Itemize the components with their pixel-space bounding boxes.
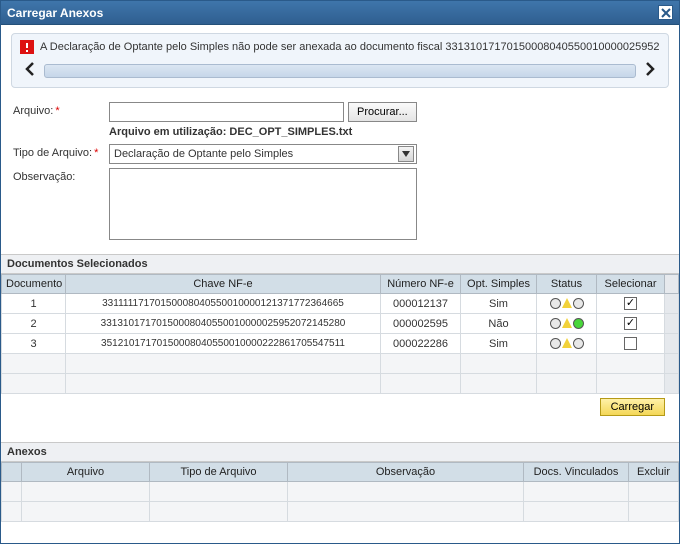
- file-in-use-prefix: Arquivo em utilização:: [109, 126, 229, 138]
- warning-text: A Declaração de Optante pelo Simples não…: [40, 41, 660, 53]
- chevron-left-icon: [24, 62, 36, 76]
- cell-status: [537, 294, 597, 314]
- scroll-gutter: [665, 314, 679, 334]
- status-light-warn: [562, 318, 572, 328]
- col-selecionar[interactable]: Selecionar: [597, 275, 665, 294]
- file-type-select[interactable]: Declaração de Optante pelo Simples: [109, 144, 417, 164]
- col-numero[interactable]: Número NF-e: [381, 275, 461, 294]
- table-row: [2, 502, 679, 522]
- col-obs[interactable]: Observação: [288, 463, 524, 482]
- anexos-section-header: Anexos: [1, 442, 679, 462]
- table-row: [2, 374, 679, 394]
- scroll-gutter: [665, 334, 679, 354]
- warning-icon: [20, 40, 34, 54]
- table-row[interactable]: 3351210171701500080405500100002228617055…: [2, 334, 679, 354]
- table-row[interactable]: 2331310171701500080405500100000259520721…: [2, 314, 679, 334]
- select-checkbox[interactable]: [624, 297, 637, 310]
- status-light-off: [550, 298, 561, 309]
- titlebar: Carregar Anexos: [1, 1, 679, 25]
- scroll-gutter: [665, 294, 679, 314]
- select-checkbox[interactable]: [624, 337, 637, 350]
- cell-chave: 3311111717015000804055001000012137177236…: [66, 294, 381, 314]
- cell-chave: 3512101717015000804055001000022286170554…: [66, 334, 381, 354]
- col-status[interactable]: Status: [537, 275, 597, 294]
- cell-status: [537, 334, 597, 354]
- cell: 2: [2, 314, 66, 334]
- dialog-body: A Declaração de Optante pelo Simples não…: [1, 25, 679, 543]
- file-input[interactable]: [109, 102, 344, 122]
- prev-warning-button[interactable]: [20, 60, 40, 81]
- cell: 000012137: [381, 294, 461, 314]
- dialog-title: Carregar Anexos: [7, 6, 103, 20]
- table-row[interactable]: 1331111171701500080405500100001213717723…: [2, 294, 679, 314]
- cell: 3: [2, 334, 66, 354]
- status-lights: [541, 318, 592, 329]
- cell: Sim: [461, 334, 537, 354]
- documents-table: Documento Chave NF-e Número NF-e Opt. Si…: [1, 274, 679, 394]
- select-checkbox[interactable]: [624, 317, 637, 330]
- chevron-down-icon: [402, 151, 410, 157]
- cell-chave: 3313101717015000804055001000002595207214…: [66, 314, 381, 334]
- status-lights: [541, 338, 592, 349]
- file-type-value: Declaração de Optante pelo Simples: [114, 148, 293, 160]
- col-spacer: [2, 463, 22, 482]
- form-area: Arquivo:* Procurar... Arquivo em utiliza…: [1, 92, 679, 248]
- status-lights: [541, 298, 592, 309]
- cell: 000002595: [381, 314, 461, 334]
- cell: Sim: [461, 294, 537, 314]
- dropdown-toggle[interactable]: [398, 146, 414, 162]
- type-label: Tipo de Arquivo:*: [13, 144, 109, 159]
- warning-scroll-track[interactable]: [44, 64, 636, 78]
- table-row: [2, 354, 679, 374]
- browse-button[interactable]: Procurar...: [348, 102, 417, 122]
- col-excluir[interactable]: Excluir: [629, 463, 679, 482]
- col-tipo[interactable]: Tipo de Arquivo: [150, 463, 288, 482]
- cell-select: [597, 294, 665, 314]
- required-marker: *: [55, 105, 59, 117]
- next-warning-button[interactable]: [640, 60, 660, 81]
- docs-section-header: Documentos Selecionados: [1, 254, 679, 274]
- cell: Não: [461, 314, 537, 334]
- status-light-off: [573, 298, 584, 309]
- obs-label: Observação:: [13, 168, 109, 183]
- close-icon: [661, 8, 671, 18]
- col-documento[interactable]: Documento: [2, 275, 66, 294]
- cell: 1: [2, 294, 66, 314]
- anexos-table: Arquivo Tipo de Arquivo Observação Docs.…: [1, 462, 679, 522]
- chevron-right-icon: [644, 62, 656, 76]
- col-opt[interactable]: Opt. Simples: [461, 275, 537, 294]
- carregar-button[interactable]: Carregar: [600, 398, 665, 416]
- status-light-off: [550, 318, 561, 329]
- warning-panel: A Declaração de Optante pelo Simples não…: [11, 33, 669, 88]
- col-docs[interactable]: Docs. Vinculados: [524, 463, 629, 482]
- cell-select: [597, 334, 665, 354]
- file-label: Arquivo:*: [13, 102, 109, 117]
- col-chave[interactable]: Chave NF-e: [66, 275, 381, 294]
- table-row: [2, 482, 679, 502]
- status-light-ok: [573, 318, 584, 329]
- status-light-off: [573, 338, 584, 349]
- dialog: Carregar Anexos A Declaração de Optante …: [0, 0, 680, 544]
- col-arquivo[interactable]: Arquivo: [22, 463, 150, 482]
- observation-textarea[interactable]: [109, 168, 417, 240]
- cell: 000022286: [381, 334, 461, 354]
- required-marker: *: [94, 147, 98, 159]
- status-light-warn: [562, 338, 572, 348]
- cell-select: [597, 314, 665, 334]
- status-light-off: [550, 338, 561, 349]
- file-in-use-value: DEC_OPT_SIMPLES.txt: [229, 126, 352, 138]
- cell-status: [537, 314, 597, 334]
- scroll-gutter-header: [665, 275, 679, 294]
- status-light-warn: [562, 298, 572, 308]
- close-button[interactable]: [658, 5, 673, 20]
